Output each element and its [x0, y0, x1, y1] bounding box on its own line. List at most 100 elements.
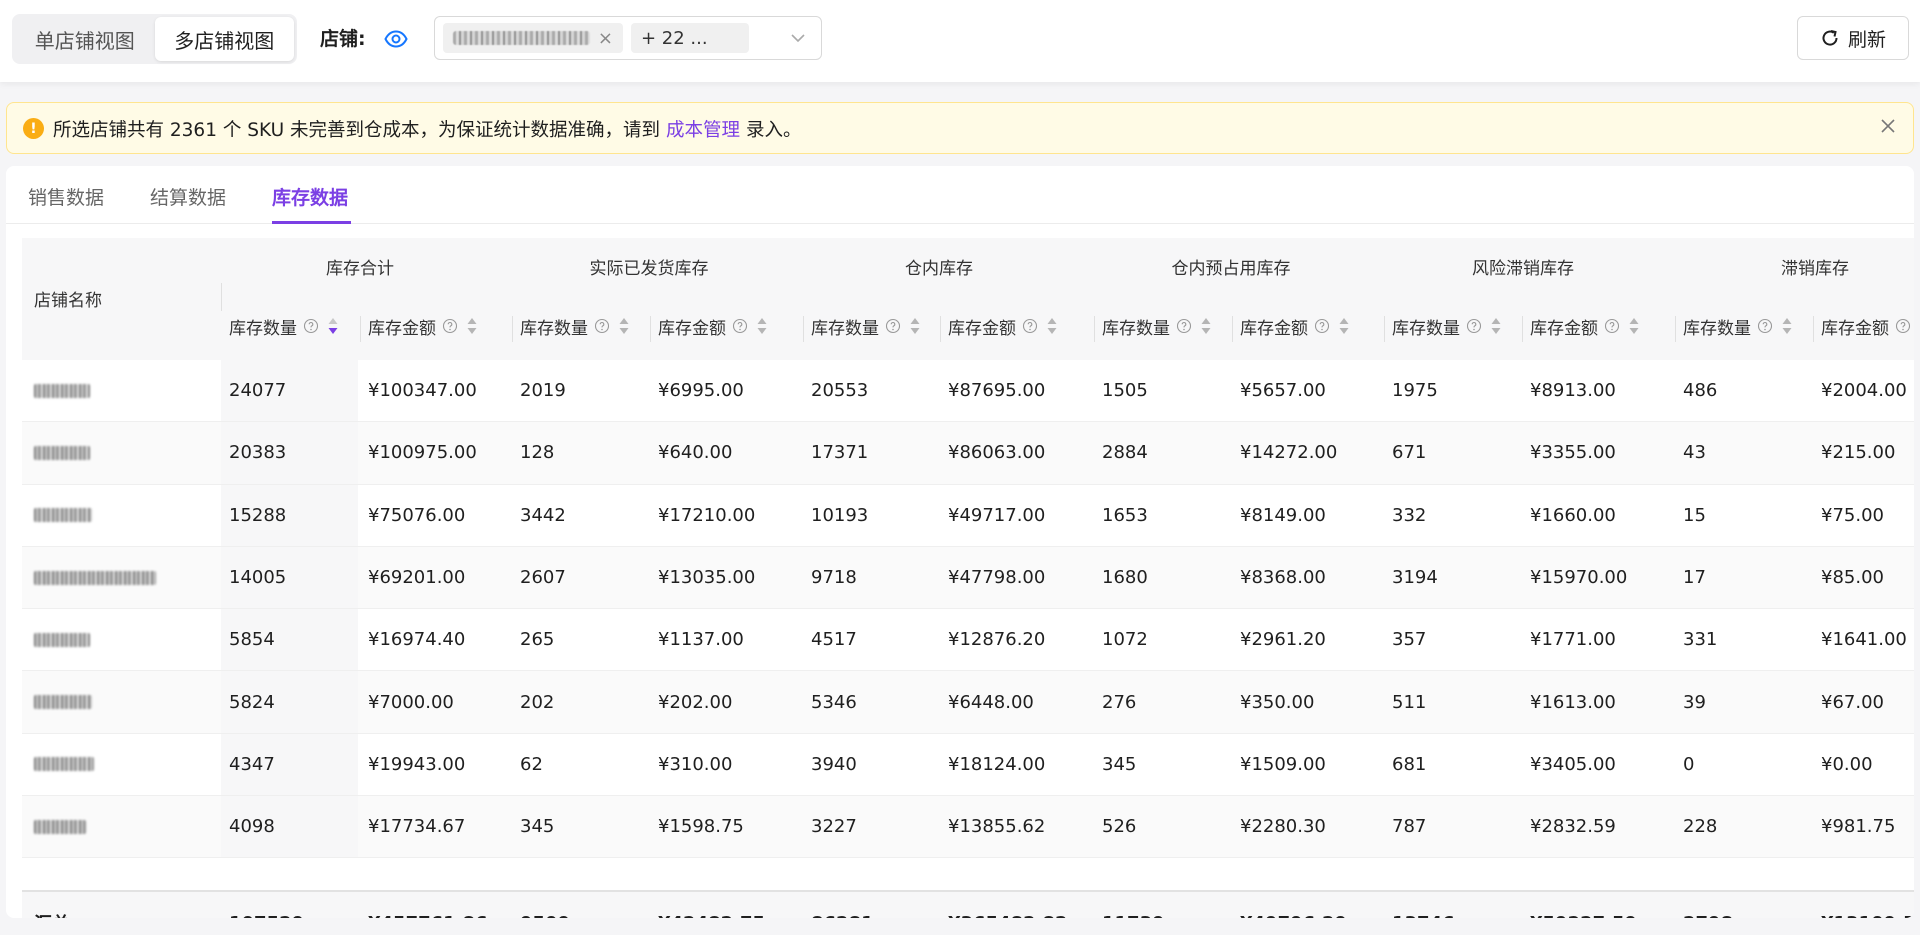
- qty-cell: 43: [1683, 442, 1706, 464]
- column-header-label: 库存金额: [368, 318, 436, 339]
- amount-cell: ¥1641.00: [1821, 629, 1907, 651]
- amount-column-header[interactable]: 库存金额: [1240, 312, 1350, 340]
- amount-cell: ¥8913.00: [1530, 380, 1616, 402]
- amount-column-header[interactable]: 库存金额: [948, 312, 1058, 340]
- table-row[interactable]: 20383 ¥100975.00 128 ¥640.00 17371 ¥86063.00 2…: [22, 422, 1914, 485]
- view-toggle: 单店铺视图 多店铺视图: [12, 14, 297, 64]
- qty-cell: 276: [1102, 691, 1137, 713]
- multi-shop-view-tab[interactable]: 多店铺视图: [154, 17, 294, 61]
- sort-icon[interactable]: [466, 315, 478, 337]
- help-icon[interactable]: [1022, 318, 1038, 334]
- shop-name-header: 店铺名称: [34, 291, 102, 311]
- table-row[interactable]: 24077 ¥100347.00 2019 ¥6995.00 20553 ¥87695.0…: [22, 360, 1914, 423]
- sort-icon[interactable]: [1628, 315, 1640, 337]
- active-tab-indicator: [272, 221, 351, 224]
- redacted-shop-name: [453, 31, 590, 45]
- sort-icon[interactable]: [756, 315, 768, 337]
- tab-inventory-data[interactable]: 库存数据: [272, 183, 348, 210]
- qty-cell: 9718: [811, 567, 857, 589]
- qty-cell: 3227: [811, 816, 857, 838]
- qty-cell: 4098: [229, 816, 275, 838]
- sort-icon[interactable]: [1046, 315, 1058, 337]
- amount-cell: ¥215.00: [1821, 442, 1896, 464]
- selected-shop-tag: ×: [443, 23, 623, 53]
- eye-icon[interactable]: [384, 27, 408, 51]
- summary-amount-cell: ¥457761.86: [368, 892, 488, 919]
- help-icon[interactable]: [1176, 318, 1192, 334]
- close-icon[interactable]: ×: [598, 28, 613, 49]
- qty-column-header[interactable]: 库存数量: [1102, 312, 1212, 340]
- table-row[interactable]: 14005 ¥69201.00 2607 ¥13035.00 9718 ¥47798.00…: [22, 546, 1914, 610]
- table-row[interactable]: 4098 ¥17734.67 345 ¥1598.75 3227 ¥13855.62 526…: [22, 796, 1914, 859]
- summary-amount-cell: ¥13109.5: [1821, 892, 1914, 919]
- warning-icon: !: [23, 118, 44, 139]
- qty-cell: 5854: [229, 629, 275, 651]
- sort-icon[interactable]: [1490, 315, 1502, 337]
- amount-column-header[interactable]: 库存金额: [368, 312, 478, 340]
- qty-column-header[interactable]: 库存数量: [1392, 312, 1502, 340]
- tab-sales-data[interactable]: 销售数据: [28, 183, 104, 210]
- qty-column-header[interactable]: 库存数量: [811, 312, 921, 340]
- help-icon[interactable]: [1895, 318, 1911, 334]
- cost-management-link[interactable]: 成本管理: [666, 120, 740, 141]
- table-row[interactable]: 4347 ¥19943.00 62 ¥310.00 3940 ¥18124.00 345 ¥1…: [22, 733, 1914, 797]
- table-row[interactable]: 5854 ¥16974.40 265 ¥1137.00 4517 ¥12876.20 107…: [22, 609, 1914, 672]
- help-icon[interactable]: [885, 318, 901, 334]
- summary-qty-cell: 13746: [1392, 892, 1455, 919]
- amount-cell: ¥87695.00: [948, 380, 1046, 402]
- single-shop-view-tab[interactable]: 单店铺视图: [15, 17, 155, 61]
- amount-column-header[interactable]: 库存金额: [1821, 312, 1914, 340]
- help-icon[interactable]: [732, 318, 748, 334]
- sort-icon[interactable]: [327, 315, 339, 337]
- shop-name-cell: [34, 734, 94, 795]
- help-icon[interactable]: [1604, 318, 1620, 334]
- help-icon[interactable]: [1314, 318, 1330, 334]
- help-icon[interactable]: [1757, 318, 1773, 334]
- column-divider: [360, 316, 361, 342]
- help-icon[interactable]: [442, 318, 458, 334]
- amount-cell: ¥202.00: [658, 691, 733, 713]
- more-shops-tag[interactable]: + 22 ...: [631, 23, 749, 53]
- qty-column-header[interactable]: 库存数量: [520, 312, 630, 340]
- amount-cell: ¥13035.00: [658, 567, 756, 589]
- amount-cell: ¥3405.00: [1530, 753, 1616, 775]
- shop-select[interactable]: × + 22 ...: [434, 16, 822, 60]
- amount-cell: ¥8149.00: [1240, 504, 1326, 526]
- help-icon[interactable]: [594, 318, 610, 334]
- amount-cell: ¥1509.00: [1240, 753, 1326, 775]
- qty-cell: 20553: [811, 380, 869, 402]
- amount-column-header[interactable]: 库存金额: [1530, 312, 1640, 340]
- qty-column-header[interactable]: 库存数量: [1683, 312, 1793, 340]
- help-icon[interactable]: [303, 318, 319, 334]
- column-divider: [1094, 316, 1095, 342]
- amount-cell: ¥7000.00: [368, 691, 454, 713]
- table-row[interactable]: 15288 ¥75076.00 3442 ¥17210.00 10193 ¥49717.0…: [22, 484, 1914, 547]
- amount-cell: ¥2832.59: [1530, 816, 1616, 838]
- qty-cell: 10193: [811, 504, 869, 526]
- refresh-icon: [1822, 30, 1838, 46]
- sort-icon[interactable]: [1781, 315, 1793, 337]
- tab-settlement-data[interactable]: 结算数据: [150, 183, 226, 210]
- amount-cell: ¥17734.67: [368, 816, 466, 838]
- column-header-label: 库存数量: [1392, 318, 1460, 339]
- sort-icon[interactable]: [1338, 315, 1350, 337]
- table-row[interactable]: 5824 ¥7000.00 202 ¥202.00 5346 ¥6448.00 276 ¥35…: [22, 671, 1914, 734]
- chevron-down-icon[interactable]: [789, 29, 807, 47]
- sort-icon[interactable]: [909, 315, 921, 337]
- help-icon[interactable]: [1466, 318, 1482, 334]
- column-divider: [1384, 316, 1385, 342]
- qty-cell: 17: [1683, 567, 1706, 589]
- qty-cell: 2019: [520, 380, 566, 402]
- qty-column-header[interactable]: 库存数量: [229, 312, 339, 340]
- sort-icon[interactable]: [618, 315, 630, 337]
- column-divider: [512, 316, 513, 342]
- refresh-button[interactable]: 刷新: [1797, 16, 1909, 60]
- amount-column-header[interactable]: 库存金额: [658, 312, 768, 340]
- summary-amount-cell: ¥42482.75: [658, 892, 765, 919]
- close-icon[interactable]: [1877, 115, 1899, 137]
- summary-amount-cell: ¥59227.59: [1530, 892, 1637, 919]
- column-divider: [803, 316, 804, 342]
- sort-icon[interactable]: [1200, 315, 1212, 337]
- column-divider: [1522, 316, 1523, 342]
- amount-cell: ¥3355.00: [1530, 442, 1616, 464]
